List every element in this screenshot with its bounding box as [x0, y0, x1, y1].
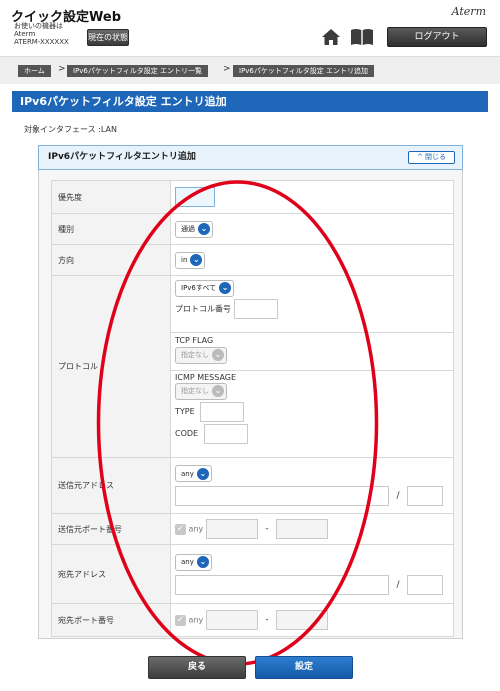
direction-label: 方向 — [51, 244, 171, 276]
form-row-dst-address: 宛先アドレス any ⌄ / — [51, 544, 454, 604]
dst-port-any-checkbox[interactable]: ✓ — [175, 614, 186, 626]
src-port-label: 送信元ポート番号 — [51, 513, 171, 545]
src-address-select-value: any — [181, 469, 194, 478]
src-address-select[interactable]: any ⌄ — [175, 465, 212, 482]
breadcrumb-entry-add: IPv6パケットフィルタ設定 エントリ追加 — [233, 65, 374, 77]
dst-address-label: 宛先アドレス — [51, 544, 171, 604]
protocol-label: プロトコル — [51, 275, 171, 458]
dst-address-select-value: any — [181, 558, 194, 566]
device-line: お使いの機器は — [14, 22, 63, 30]
chevron-down-icon: ⌄ — [198, 223, 210, 235]
form-row-dst-port: 宛先ポート番号 ✓ any - — [51, 603, 454, 637]
breadcrumb-separator: > — [58, 64, 66, 74]
home-icon[interactable] — [321, 27, 341, 47]
type-label: 種別 — [51, 213, 171, 245]
entry-form: 優先度 種別 通過 ⌄ 方向 in ⌄ プロトコル IPv6すべて ⌄ プロトコ… — [51, 180, 454, 637]
src-port-any-label: any — [188, 524, 204, 534]
port-range-dash: - — [265, 615, 269, 625]
src-port-any-checkbox[interactable]: ✓ — [175, 523, 186, 535]
icmp-type-input[interactable] — [199, 401, 244, 422]
tcp-flag-select-value: 指定なし — [181, 351, 209, 359]
close-label: 閉じる — [425, 153, 447, 161]
port-range-dash: - — [265, 524, 269, 534]
dst-port-from-input[interactable] — [205, 610, 258, 630]
direction-select[interactable]: in ⌄ — [175, 251, 206, 269]
chevron-down-icon: ⌄ — [190, 254, 203, 266]
form-row-src-port: 送信元ポート番号 ✓ any - — [51, 513, 454, 545]
chevron-up-icon: ^ — [416, 153, 423, 161]
icmp-message-select[interactable]: 指定なし ⌄ — [175, 382, 227, 400]
dst-prefix-input[interactable] — [407, 574, 444, 595]
set-button[interactable]: 設定 — [255, 656, 353, 679]
book-icon[interactable] — [350, 28, 374, 46]
prefix-separator: / — [396, 491, 400, 501]
icmp-message-label: ICMP MESSAGE — [175, 372, 237, 382]
form-row-direction: 方向 in ⌄ — [51, 244, 454, 276]
chevron-down-icon: ⌄ — [196, 556, 209, 568]
current-status-button[interactable]: 現在の状態 — [87, 29, 129, 46]
src-port-from-input[interactable] — [205, 519, 258, 539]
dst-port-label: 宛先ポート番号 — [51, 603, 171, 637]
src-address-input[interactable] — [175, 486, 389, 506]
form-row-type: 種別 通過 ⌄ — [51, 213, 454, 245]
dst-address-select[interactable]: any ⌄ — [175, 553, 212, 571]
close-panel-button[interactable]: ^ 閉じる — [408, 151, 455, 164]
dst-port-to-input[interactable] — [276, 610, 329, 630]
page-title: IPv6パケットフィルタ設定 エントリ追加 — [12, 91, 488, 112]
breadcrumb-separator: > — [223, 64, 231, 74]
icmp-message-select-value: 指定なし — [181, 387, 209, 395]
direction-select-value: in — [181, 256, 188, 264]
form-row-protocol: プロトコル IPv6すべて ⌄ プロトコル番号 TCP FLAG 指定なし ⌄ — [51, 275, 454, 458]
icmp-code-input[interactable] — [203, 423, 248, 444]
type-select-value: 通過 — [181, 225, 195, 233]
icmp-type-label: TYPE — [175, 407, 195, 416]
src-address-label: 送信元アドレス — [51, 457, 171, 514]
logout-button[interactable]: ログアウト — [387, 27, 487, 47]
type-select[interactable]: 通過 ⌄ — [175, 220, 213, 238]
chevron-down-icon: ⌄ — [219, 282, 232, 294]
tcp-flag-section: TCP FLAG 指定なし ⌄ — [171, 333, 453, 371]
breadcrumb: ホーム > IPv6パケットフィルタ設定 エントリ一覧 > IPv6パケットフィ… — [0, 56, 500, 84]
priority-label: 優先度 — [51, 180, 171, 214]
device-info: お使いの機器は Aterm ATERM-XXXXXX — [14, 22, 69, 46]
chevron-down-icon: ⌄ — [196, 467, 209, 480]
protocol-number-label: プロトコル番号 — [175, 304, 231, 313]
priority-input[interactable] — [175, 187, 215, 207]
interface-label: 対象インタフェース :LAN — [24, 125, 117, 134]
tcp-flag-select[interactable]: 指定なし ⌄ — [175, 346, 227, 364]
panel-title: IPv6パケットフィルタエントリ追加 — [38, 145, 463, 170]
protocol-number-input[interactable] — [233, 298, 278, 319]
app-header: クイック設定Web お使いの機器は Aterm ATERM-XXXXXX 現在の… — [0, 0, 500, 56]
dst-port-any-label: any — [188, 615, 204, 625]
back-button[interactable]: 戻る — [148, 656, 246, 679]
protocol-section: IPv6すべて ⌄ プロトコル番号 — [171, 277, 453, 333]
device-line: Aterm — [14, 30, 36, 38]
icmp-code-label: CODE — [175, 429, 199, 438]
chevron-down-icon: ⌄ — [212, 385, 224, 397]
breadcrumb-home[interactable]: ホーム — [18, 65, 51, 77]
form-row-priority: 優先度 — [51, 180, 454, 214]
src-prefix-input[interactable] — [407, 486, 444, 506]
brand-logo: Aterm — [451, 5, 486, 18]
device-line: ATERM-XXXXXX — [14, 38, 69, 46]
breadcrumb-entry-list[interactable]: IPv6パケットフィルタ設定 エントリ一覧 — [67, 65, 208, 77]
protocol-select[interactable]: IPv6すべて ⌄ — [175, 279, 235, 297]
icmp-section: ICMP MESSAGE 指定なし ⌄ TYPE CODE — [171, 371, 453, 457]
chevron-down-icon: ⌄ — [212, 349, 224, 361]
src-port-to-input[interactable] — [276, 519, 329, 539]
protocol-select-value: IPv6すべて — [181, 284, 217, 292]
dst-address-input[interactable] — [175, 574, 389, 595]
prefix-separator: / — [396, 579, 400, 590]
tcp-flag-label: TCP FLAG — [175, 335, 214, 345]
form-row-src-address: 送信元アドレス any ⌄ / — [51, 457, 454, 514]
